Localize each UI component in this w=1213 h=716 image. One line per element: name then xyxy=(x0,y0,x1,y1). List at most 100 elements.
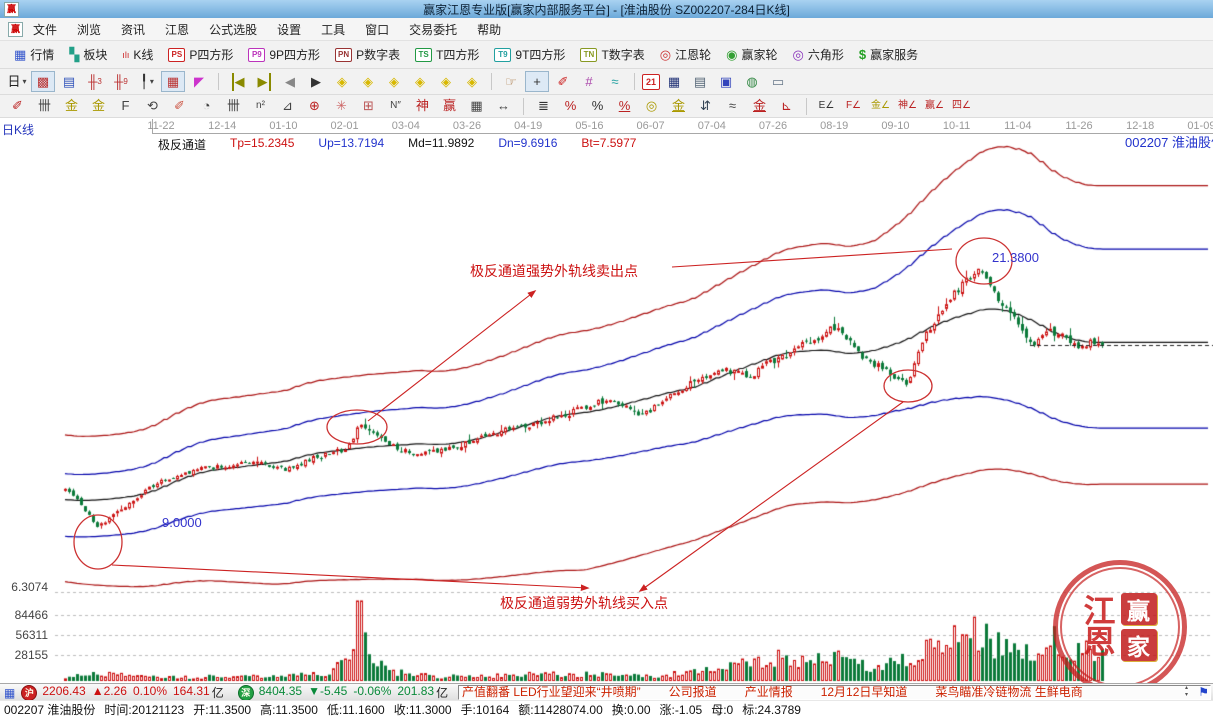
draw-mark-button[interactable]: ✐ xyxy=(551,71,575,92)
red-brush-button[interactable]: ✐ xyxy=(167,97,192,116)
menu-item-2[interactable]: 资讯 xyxy=(111,19,155,40)
shenzhen-index-quote[interactable]: 8404.35 ▼-5.45 -0.06% 201.83 亿 xyxy=(259,684,448,701)
memo-pad-button[interactable]: ▤ xyxy=(688,71,712,92)
period-day-button[interactable]: 日▾ xyxy=(5,71,29,92)
menu-item-6[interactable]: 工具 xyxy=(311,19,355,40)
time-ruler-button[interactable]: 卌 xyxy=(221,97,246,116)
toolbar-t-table-button[interactable]: TNT数字表 xyxy=(574,44,650,65)
print-button[interactable]: ▭ xyxy=(766,71,790,92)
k-notch-button[interactable]: Ν″ xyxy=(383,97,408,116)
angle-four-button[interactable]: 四∠ xyxy=(949,97,974,116)
angle-shen-button[interactable]: 神∠ xyxy=(895,97,920,116)
price-arrows-button[interactable]: ⇵ xyxy=(693,97,718,116)
toolbar-hexagon-button[interactable]: ◎六角形 xyxy=(787,44,850,65)
color-chart-button[interactable]: ◤ xyxy=(187,71,211,92)
menu-item-1[interactable]: 浏览 xyxy=(67,19,111,40)
toolbar-9t-square-button[interactable]: T99T四方形 xyxy=(488,44,571,65)
mdi-child-icon[interactable]: 赢 xyxy=(8,22,23,37)
pct-line-button[interactable]: % xyxy=(612,97,637,116)
calendar-21-button[interactable]: 21 xyxy=(642,74,660,90)
angle-ying-button[interactable]: 赢∠ xyxy=(922,97,947,116)
gold-circle-button[interactable]: ◎ xyxy=(639,97,664,116)
fib-ruler-button[interactable]: F xyxy=(113,97,138,116)
angle-e-button[interactable]: E∠ xyxy=(814,97,839,116)
save-disk-button[interactable]: ▣ xyxy=(714,71,738,92)
shanghai-index-quote[interactable]: 2206.43 ▲2.26 0.10% 164.31 亿 xyxy=(42,684,223,701)
toolbar-t-square-button[interactable]: TST四方形 xyxy=(409,44,485,65)
circle-target-button[interactable]: ⊕ xyxy=(302,97,327,116)
spiral-button[interactable]: ⟲ xyxy=(140,97,165,116)
zoom-out-h-button[interactable]: ◈ xyxy=(408,71,432,92)
pct-slash-button[interactable]: % xyxy=(558,97,583,116)
toolbar-p-table-button[interactable]: PNP数字表 xyxy=(329,44,406,65)
ticker-headline-0[interactable]: 产值翻番 LED行业望迎来“井喷期” xyxy=(462,686,641,699)
ticker-scroll-arrows[interactable]: ▴ ▾ xyxy=(1182,685,1191,700)
toolbar-winner-wheel-button[interactable]: ◉赢家轮 xyxy=(720,44,783,65)
arc-3-button[interactable]: ◔ xyxy=(194,97,219,116)
hand-tool-button[interactable]: ☞ xyxy=(499,71,523,92)
ticker-scroll-down-icon[interactable]: ▾ xyxy=(1185,692,1188,699)
gold-hline-button[interactable]: 金 xyxy=(666,97,691,116)
gold-ruler-1-button[interactable]: 金 xyxy=(59,97,84,116)
crosshair-button[interactable]: + xyxy=(525,71,549,92)
page-prev-button[interactable]: ◀ xyxy=(278,71,302,92)
menu-item-4[interactable]: 公式选股 xyxy=(199,19,267,40)
market-grid-icon[interactable]: ▦ xyxy=(4,686,15,700)
shift-right-button[interactable]: ◈ xyxy=(356,71,380,92)
toolbar-p-square-button[interactable]: PSP四方形 xyxy=(162,44,239,65)
first-page-button[interactable]: ◀ xyxy=(226,71,250,92)
grid-123-button[interactable]: ▦ xyxy=(464,97,489,116)
export-globe-button[interactable]: ◍ xyxy=(740,71,764,92)
angle-f-button[interactable]: F∠ xyxy=(841,97,866,116)
toolbar-quotes-button[interactable]: ▦行情 xyxy=(8,44,60,65)
wave-tool-button[interactable]: ≈ xyxy=(603,71,627,92)
ticker-headline-4[interactable]: 菜鸟瞄准冷链物流 生鲜电商 xyxy=(935,686,1082,699)
gold-red-line-button[interactable]: 金 xyxy=(747,97,772,116)
menu-item-9[interactable]: 帮助 xyxy=(467,19,511,40)
gann-ruler-button[interactable]: 卌 xyxy=(32,97,57,116)
ticker-headline-2[interactable]: 产业情报 xyxy=(745,686,793,699)
menu-item-8[interactable]: 交易委托 xyxy=(399,19,467,40)
ying-lines-button[interactable]: 赢 xyxy=(437,97,462,116)
ticker-scroll-up-icon[interactable]: ▴ xyxy=(1185,685,1188,692)
shift-left-button[interactable]: ◈ xyxy=(330,71,354,92)
page-next-button[interactable]: ▶ xyxy=(304,71,328,92)
zoom-in-v-button[interactable]: ◈ xyxy=(434,71,458,92)
gold-ruler-2-button[interactable]: 金 xyxy=(86,97,111,116)
menu-item-5[interactable]: 设置 xyxy=(267,19,311,40)
calculator-button[interactable]: ▦ xyxy=(662,71,686,92)
zoom-out-v-button[interactable]: ◈ xyxy=(460,71,484,92)
menu-item-7[interactable]: 窗口 xyxy=(355,19,399,40)
toolbar-sectors-button[interactable]: ▚板块 xyxy=(63,44,113,65)
star-rays-button[interactable]: ✳ xyxy=(329,97,354,116)
shen-lines-button[interactable]: 神 xyxy=(410,97,435,116)
toolbar-kline-button[interactable]: ılıK线 xyxy=(116,44,159,65)
toolbar-gann-wheel-button[interactable]: ◎江恩轮 xyxy=(654,44,717,65)
menu-item-3[interactable]: 江恩 xyxy=(155,19,199,40)
ticker-headline-1[interactable]: 公司报道 xyxy=(669,686,717,699)
toolbar-9p-square-button[interactable]: P99P四方形 xyxy=(242,44,326,65)
status-flag-icon[interactable]: ⚑ xyxy=(1198,685,1209,699)
zoom-in-h-button[interactable]: ◈ xyxy=(382,71,406,92)
mirror-angle-button[interactable]: ⊿ xyxy=(275,97,300,116)
toolbar-winner-service-button[interactable]: $赢家服务 xyxy=(853,44,924,65)
n-square-button[interactable]: n² xyxy=(248,97,273,116)
single-candle-button[interactable]: ╿▾ xyxy=(135,71,159,92)
kline-9-button[interactable]: ╫9 xyxy=(109,71,133,92)
note-list-button[interactable]: ▤ xyxy=(57,71,81,92)
pct-plain-button[interactable]: % xyxy=(585,97,610,116)
gann-web-button[interactable]: # xyxy=(577,71,601,92)
wave-fit-button[interactable]: ≈ xyxy=(720,97,745,116)
square-spiral-button[interactable]: ⊞ xyxy=(356,97,381,116)
kline-3-button[interactable]: ╫3 xyxy=(83,71,107,92)
brush-button[interactable]: ✐ xyxy=(5,97,30,116)
last-page-button[interactable]: ▶ xyxy=(252,71,276,92)
compare-k-button[interactable]: ▦ xyxy=(161,71,185,92)
stats-table-button[interactable]: ≣ xyxy=(531,97,556,116)
measure-x-button[interactable]: ↔ xyxy=(491,97,516,116)
j-angle-button[interactable]: ⊾ xyxy=(774,97,799,116)
pattern-mode-button[interactable]: ▩ xyxy=(31,71,55,92)
angle-gold-button[interactable]: 金∠ xyxy=(868,97,893,116)
news-ticker[interactable]: 产值翻番 LED行业望迎来“井喷期” 公司报道 产业情报 12月12日早知道 菜鸟瞄准冷… xyxy=(458,685,1211,700)
ticker-headline-3[interactable]: 12月12日早知道 xyxy=(821,686,908,699)
